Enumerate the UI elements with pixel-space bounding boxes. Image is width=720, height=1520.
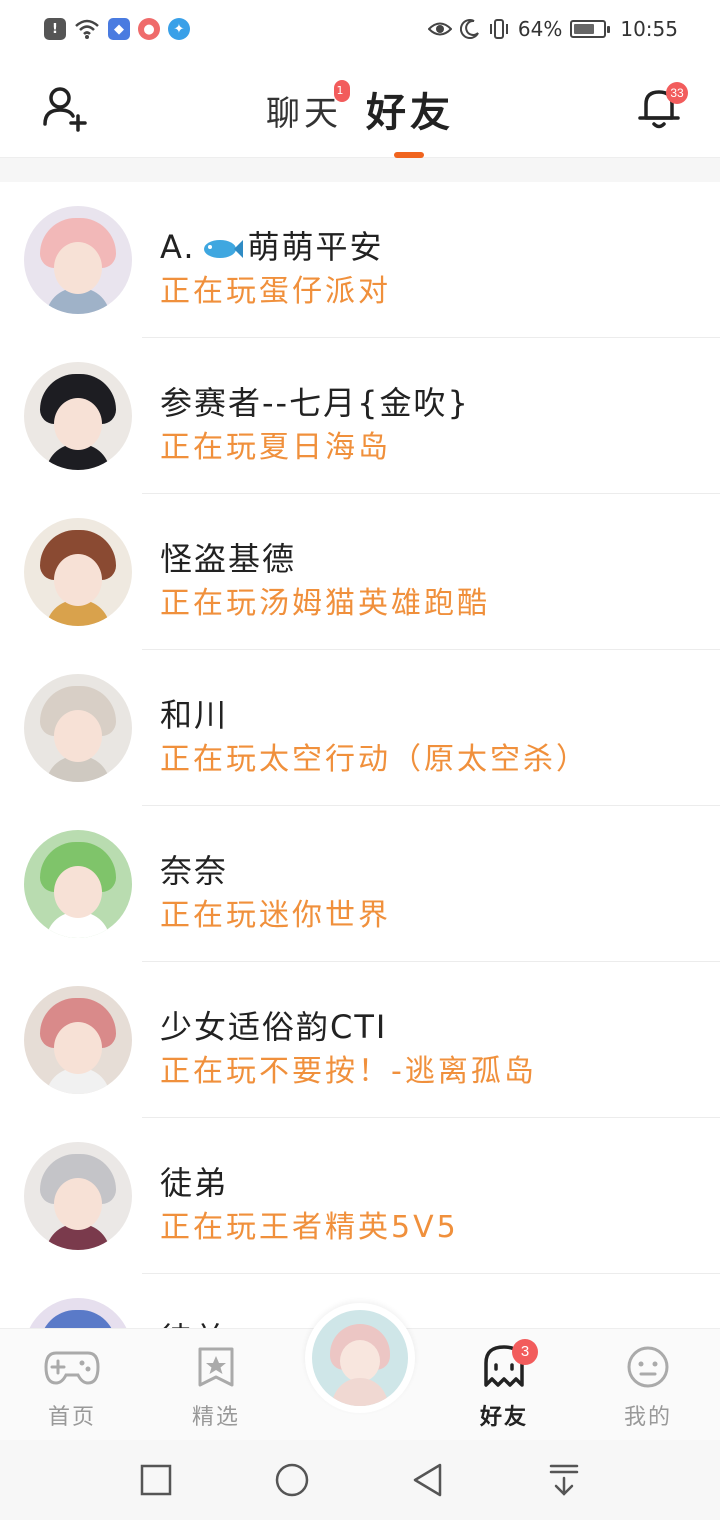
friend-name: 少女适俗韵CTI [160,1002,387,1048]
friend-name-text: 徒弟 [160,1320,228,1328]
friend-name: 徒弟 [160,1314,228,1328]
friend-row[interactable]: 徒弟正在玩王者精英5V5 [0,1118,720,1274]
battery-percent: 64% [517,17,563,41]
nav-featured-label: 精选 [191,1405,240,1430]
avatar-face [54,1178,102,1230]
clock: 10:55 [620,17,678,41]
home-icon[interactable] [274,1462,310,1498]
tab-friends[interactable]: 好友 [366,80,454,158]
battery-icon [570,20,611,38]
friend-name-text: 徒弟 [160,1164,229,1202]
friend-avatar[interactable] [24,206,132,314]
back-icon[interactable] [410,1462,446,1498]
notifications-button[interactable]: 33 [634,82,688,134]
vibrate-icon [489,19,508,39]
app-notification-icon: ● [138,18,160,40]
bottom-nav: 首页 精选 3 好友 我的 [0,1303,720,1440]
friend-name: 参赛者--七月{金吹} [160,378,470,424]
wifi-icon [75,19,99,39]
friend-name: 徒弟 [160,1158,228,1204]
gamepad-icon [44,1351,100,1385]
tab-chat-badge: 1 [334,80,350,102]
friend-name: 奈奈 [160,846,228,892]
notification-shade-icon[interactable] [546,1462,582,1498]
system-nav-bar [0,1440,720,1520]
friend-name-text: 萌萌平安 [247,228,384,266]
nav-friends-badge: 3 [512,1339,538,1365]
avatar-face [54,1022,102,1074]
tab-chat-label: 聊天 [266,94,342,134]
friend-name-text: 少女适俗韵CTI [160,1008,388,1046]
friend-status: 正在玩太空行动（原太空杀） [160,742,589,777]
friend-row[interactable]: A. 萌萌平安正在玩蛋仔派对 [0,182,720,338]
moon-icon [459,19,479,39]
alert-icon: ! [44,18,66,40]
avatar-face [54,710,102,762]
status-bar: ! ◆ ● ✦ 64% 10:55 [0,0,720,58]
nav-me[interactable]: 我的 [598,1345,698,1431]
nav-friends-label: 好友 [479,1405,528,1430]
friend-name: A. 萌萌平安 [160,222,384,268]
friend-list[interactable]: A. 萌萌平安正在玩蛋仔派对参赛者--七月{金吹} 正在玩夏日海岛 怪盗基德正在玩汤姆… [0,182,720,1328]
friend-name-text: 奈奈 [160,852,229,890]
nav-home[interactable]: 首页 [22,1345,122,1431]
friend-status: 正在玩王者精英5V5 [160,1210,459,1245]
app-notification-icon-2: ✦ [168,18,190,40]
avatar-face [54,398,102,450]
friend-status: 正在玩迷你世界 [160,898,391,933]
friend-row[interactable]: 少女适俗韵CTI 正在玩不要按！-逃离孤岛 [0,962,720,1118]
friend-avatar[interactable] [24,986,132,1094]
nav-friends[interactable]: 3 好友 [454,1339,554,1431]
friend-row[interactable]: 怪盗基德正在玩汤姆猫英雄跑酷 [0,494,720,650]
friend-status: 正在玩汤姆猫英雄跑酷 [160,586,490,621]
friend-name-text: 参赛者--七月{金吹} [160,384,470,422]
separator-band [0,158,720,182]
nav-home-label: 首页 [47,1405,96,1430]
shield-app-icon: ◆ [108,18,130,40]
nav-me-label: 我的 [623,1405,672,1430]
friend-status: 正在玩蛋仔派对 [160,274,391,309]
tab-chat[interactable]: 聊天 1 [266,80,350,138]
avatar-face [54,866,102,918]
header: 聊天 1 好友 33 [0,58,720,158]
friend-name: 怪盗基德 [160,534,296,580]
friend-row[interactable]: 参赛者--七月{金吹} 正在玩夏日海岛 [0,338,720,494]
recents-icon[interactable] [138,1462,174,1498]
bookmark-star-icon [198,1347,234,1387]
center-avatar-button[interactable] [305,1303,415,1413]
avatar-face [54,554,102,606]
status-notifications: ! ◆ ● ✦ [44,18,190,40]
friend-avatar[interactable] [24,674,132,782]
friend-name: 和川 [160,690,228,736]
avatar-face [54,242,102,294]
friend-avatar[interactable] [24,1298,132,1328]
friend-name-text: 和川 [160,696,229,734]
friend-avatar[interactable] [24,518,132,626]
header-tabs: 聊天 1 好友 [0,80,720,158]
center-avatar-image [312,1310,408,1406]
tab-friends-label: 好友 [366,90,454,136]
avatar-hair [40,1310,116,1328]
friend-status: 正在玩不要按！-逃离孤岛 [160,1054,537,1089]
friend-avatar[interactable] [24,830,132,938]
friend-name-prefix: A. [160,228,196,266]
friend-avatar[interactable] [24,1142,132,1250]
friend-name-text: 怪盗基德 [160,540,297,578]
friend-status: 正在玩夏日海岛 [160,430,391,465]
friend-row[interactable]: 奈奈 正在玩迷你世界 [0,806,720,962]
friend-row[interactable]: 和川正在玩太空行动（原太空杀） [0,650,720,806]
notifications-badge: 33 [666,82,688,104]
smiley-icon [627,1346,669,1388]
friend-avatar[interactable] [24,362,132,470]
status-system: 64% 10:55 [427,17,678,41]
fish-emoji-icon [203,240,243,258]
eye-comfort-icon [427,22,452,36]
nav-featured[interactable]: 精选 [166,1345,266,1431]
